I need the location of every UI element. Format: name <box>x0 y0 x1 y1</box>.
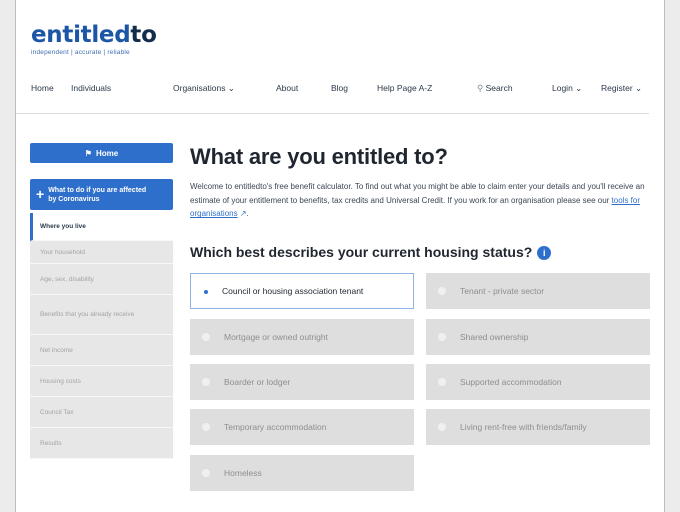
site-logo[interactable]: entitledto independent | accurate | reli… <box>31 23 157 56</box>
coronavirus-button[interactable]: + What to do if you are affected by Coro… <box>30 179 173 210</box>
radio-selected-icon <box>203 288 208 294</box>
radio-icon <box>438 423 446 431</box>
main-nav: Home Individuals Organisations ⌄ About B… <box>31 80 643 98</box>
step-item: Housing costs <box>30 366 173 397</box>
step-item: Council Tax <box>30 397 173 428</box>
info-icon[interactable]: i <box>537 246 552 260</box>
step-item: Results <box>30 428 173 459</box>
search-icon: ⚲ <box>477 83 484 93</box>
option-label: Boarder or lodger <box>224 377 291 387</box>
step-list: Where you live Your household Age, sex, … <box>30 213 173 459</box>
nav-search[interactable]: ⚲ Search <box>477 83 513 94</box>
logo-wordmark: entitledto <box>31 23 157 47</box>
option-mortgage[interactable]: Mortgage or owned outright <box>190 319 414 355</box>
intro-text: Welcome to entitledto's free benefit cal… <box>190 180 648 221</box>
housing-question: Which best describes your current housin… <box>190 244 552 260</box>
step-item: Net income <box>30 335 173 366</box>
option-label: Temporary accommodation <box>224 422 327 432</box>
radio-icon <box>438 378 446 386</box>
main-content: What are you entitled to? Welcome to ent… <box>190 143 650 260</box>
logo-suffix: to <box>130 22 157 48</box>
radio-icon <box>202 469 210 477</box>
logo-tagline: independent | accurate | reliable <box>31 49 130 56</box>
option-label: Mortgage or owned outright <box>224 332 328 342</box>
option-boarder[interactable]: Boarder or lodger <box>190 364 414 400</box>
plus-icon: + <box>36 186 45 202</box>
nav-about[interactable]: About <box>276 83 298 93</box>
nav-divider <box>16 113 649 114</box>
home-button-label: Home <box>95 148 119 158</box>
option-label: Supported accommodation <box>460 377 562 387</box>
intro-end: . <box>246 209 249 219</box>
housing-options: Council or housing association tenant Te… <box>190 273 650 493</box>
nav-organisations[interactable]: Organisations ⌄ <box>173 83 235 94</box>
option-private-tenant[interactable]: Tenant - private sector <box>426 273 650 309</box>
radio-icon <box>202 378 210 386</box>
coronavirus-button-label: What to do if you are affected by Corona… <box>48 186 147 203</box>
step-item: Age, sex, disability <box>30 264 173 295</box>
radio-icon <box>438 287 446 295</box>
sidebar: ⚑ Home + What to do if you are affected … <box>30 143 173 459</box>
step-item: Benefits that you already receive <box>30 295 173 335</box>
option-label: Homeless <box>224 468 262 478</box>
nav-blog[interactable]: Blog <box>331 83 348 93</box>
step-item: Your household <box>30 241 173 264</box>
home-button[interactable]: ⚑ Home <box>30 143 173 163</box>
radio-icon <box>202 333 210 341</box>
question-text: Which best describes your current housin… <box>190 244 533 260</box>
nav-search-label: Search <box>485 83 513 93</box>
radio-icon <box>438 333 446 341</box>
option-temporary[interactable]: Temporary accommodation <box>190 409 414 445</box>
nav-home[interactable]: Home <box>31 83 54 93</box>
option-rent-free[interactable]: Living rent-free with friends/family <box>426 409 650 445</box>
nav-individuals[interactable]: Individuals <box>71 83 111 93</box>
home-icon: ⚑ <box>84 148 92 158</box>
option-label: Living rent-free with friends/family <box>460 422 587 432</box>
option-homeless[interactable]: Homeless <box>190 455 414 491</box>
option-supported[interactable]: Supported accommodation <box>426 364 650 400</box>
logo-main: entitled <box>31 22 131 48</box>
radio-icon <box>202 423 210 431</box>
nav-register[interactable]: Register ⌄ <box>601 83 642 94</box>
option-label: Tenant - private sector <box>460 286 545 296</box>
intro-body: Welcome to entitledto's free benefit cal… <box>190 182 645 205</box>
option-council-tenant[interactable]: Council or housing association tenant <box>190 273 414 309</box>
step-item[interactable]: Where you live <box>30 213 173 241</box>
nav-login[interactable]: Login ⌄ <box>552 83 582 94</box>
page-title: What are you entitled to? <box>190 144 448 169</box>
option-label: Shared ownership <box>460 332 529 342</box>
option-label: Council or housing association tenant <box>222 286 364 296</box>
option-shared-ownership[interactable]: Shared ownership <box>426 319 650 355</box>
external-link-icon: ↗ <box>239 209 247 219</box>
nav-help-page[interactable]: Help Page A-Z <box>377 83 432 93</box>
